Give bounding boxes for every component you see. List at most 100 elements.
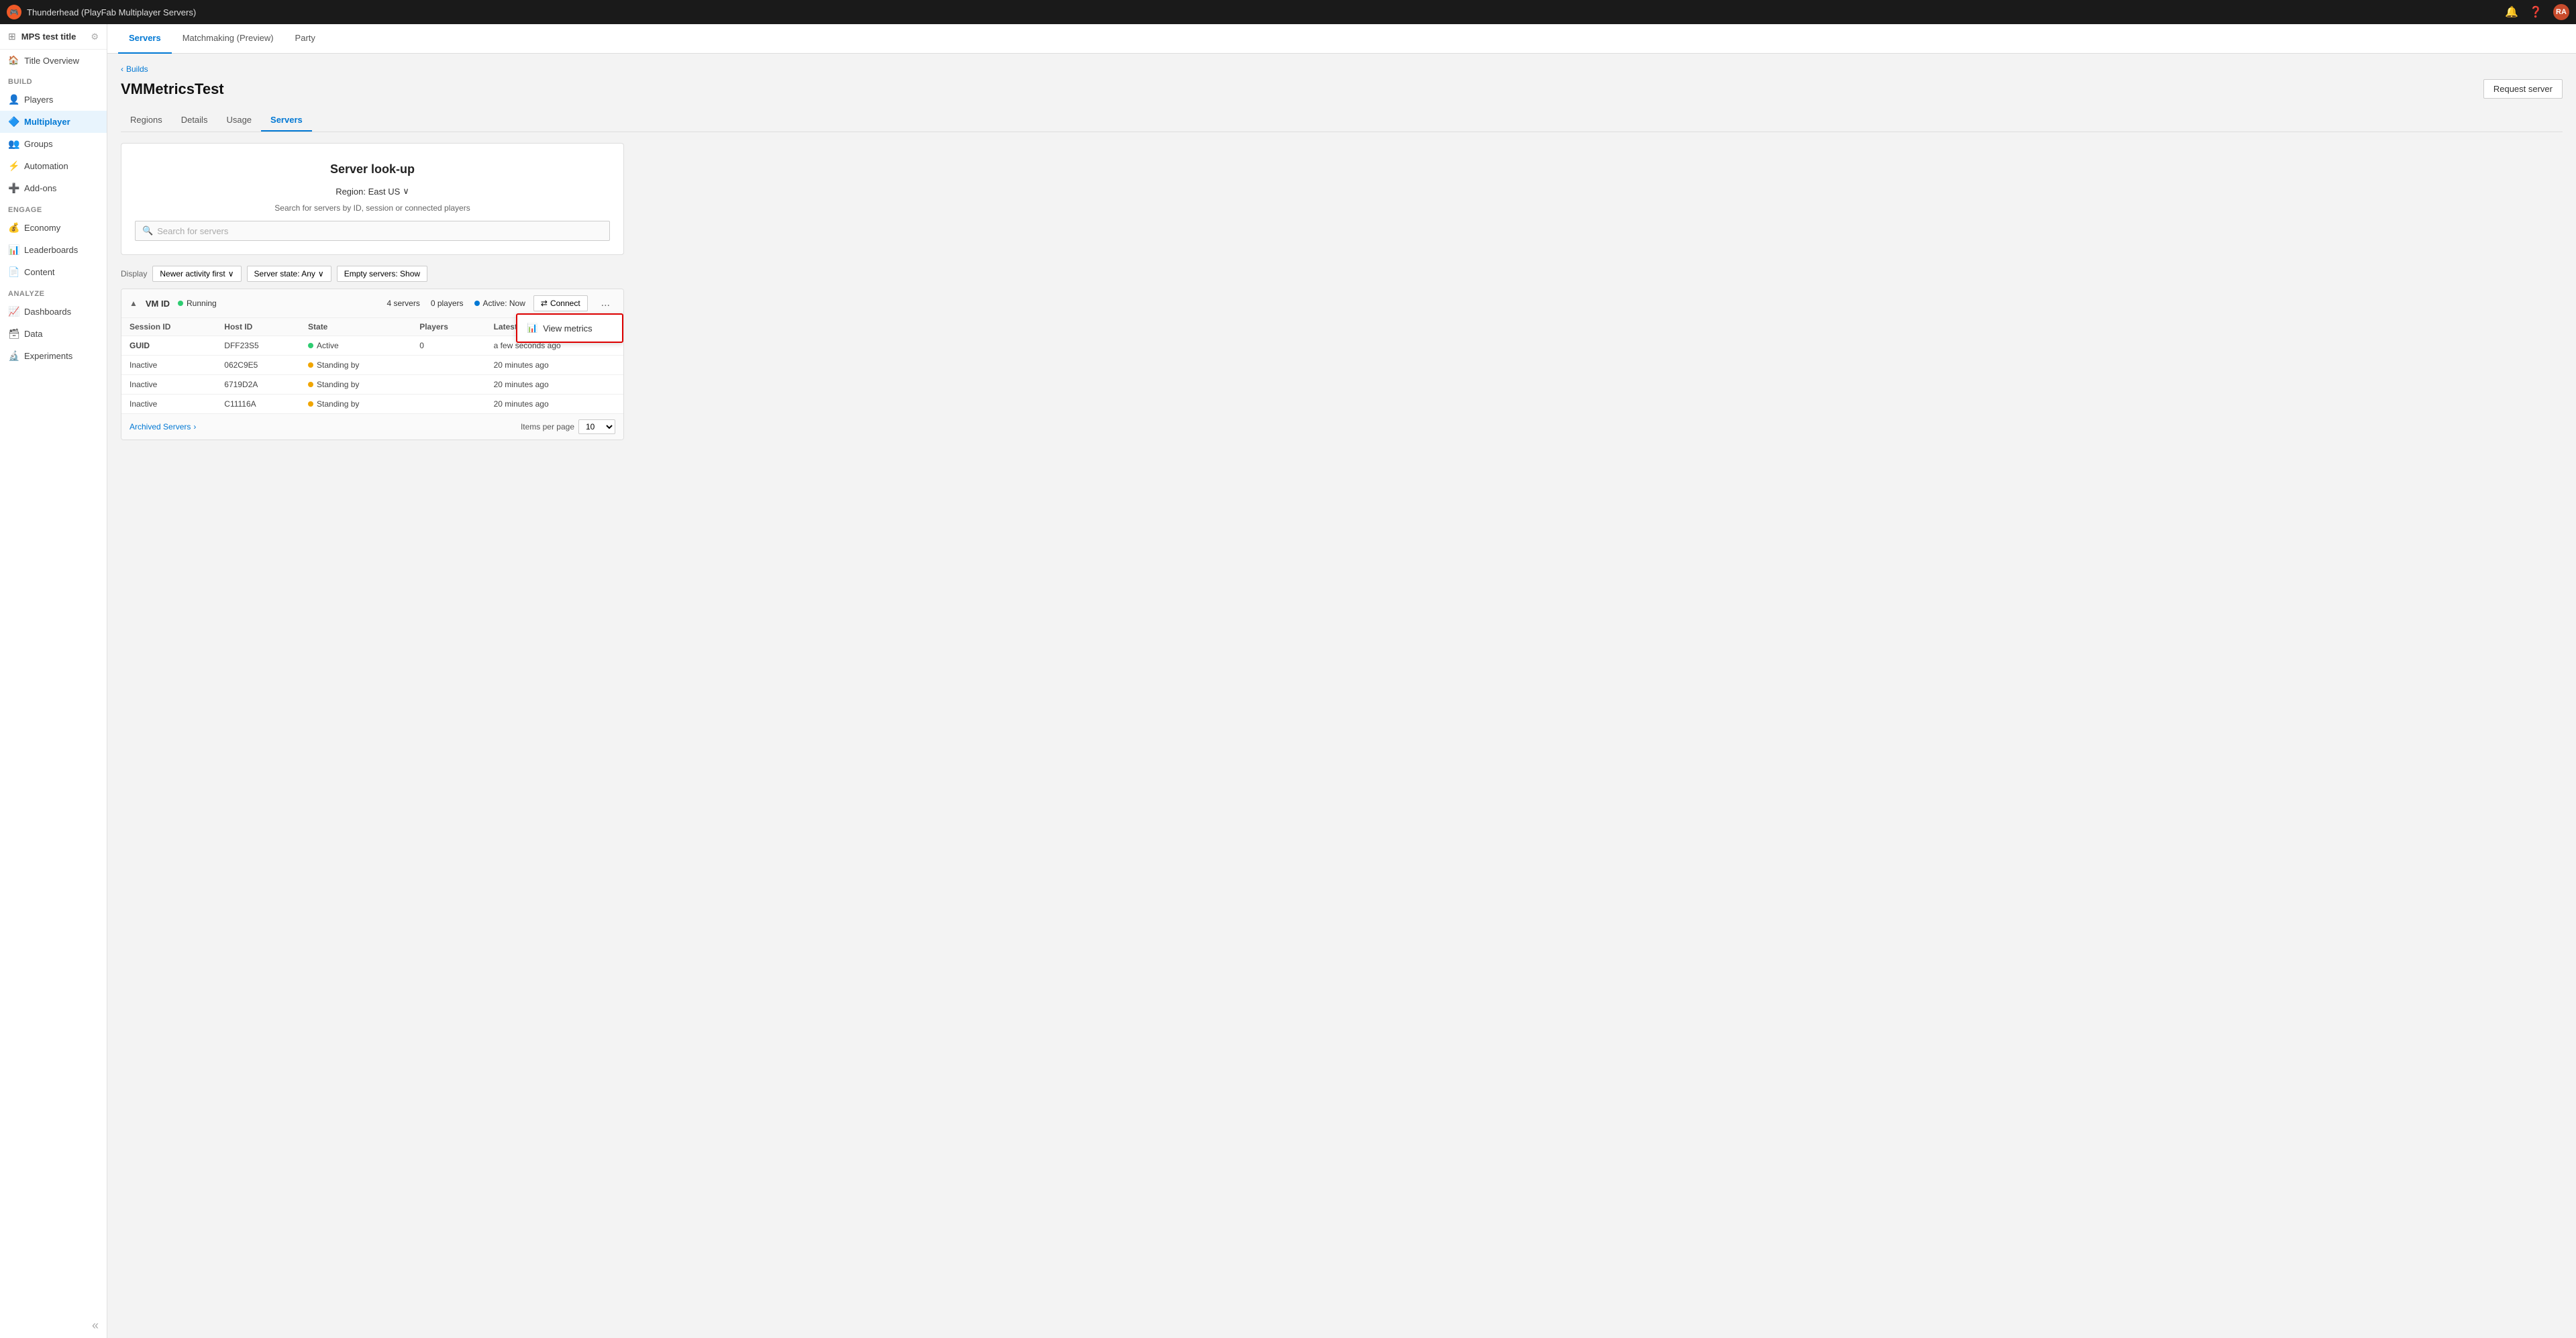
cell-activity: 20 minutes ago [486,395,623,414]
brand-gear-icon[interactable]: ⚙ [91,32,99,42]
search-box: 🔍 [135,221,610,241]
col-players: Players [411,318,485,336]
sidebar-brand: ⊞ MPS test title ⚙ [0,24,107,50]
cell-host-id: C11116A [216,395,300,414]
leaderboards-icon: 📊 [8,244,19,256]
sidebar-item-addons[interactable]: ➕ Add-ons [0,177,107,199]
top-tabs-bar: Servers Matchmaking (Preview) Party [107,24,2576,54]
sidebar-collapse-btn[interactable]: « [0,1313,107,1338]
economy-icon: 💰 [8,222,19,234]
tab-party[interactable]: Party [285,24,326,54]
archived-servers-link[interactable]: Archived Servers › [130,422,196,431]
app-title: Thunderhead (PlayFab Multiplayer Servers… [27,7,196,17]
sub-tab-usage[interactable]: Usage [217,109,261,132]
per-page-dropdown[interactable]: 102050100 [578,419,615,434]
col-state: State [300,318,411,336]
user-avatar[interactable]: RA [2553,4,2569,20]
vm-id-label: VM ID [146,299,170,309]
sub-tab-regions[interactable]: Regions [121,109,172,132]
sidebar-item-label: Multiplayer [24,117,70,127]
view-metrics-label: View metrics [543,323,592,333]
collapse-icon[interactable]: ▲ [130,299,138,308]
multiplayer-icon: 🔷 [8,116,19,127]
display-label: Display [121,269,147,278]
sidebar-item-dashboards[interactable]: 📈 Dashboards [0,301,107,323]
sidebar-item-groups[interactable]: 👥 Groups [0,133,107,155]
apps-icon: ⊞ [8,31,16,42]
region-chevron-icon: ∨ [403,186,409,197]
server-table: ▲ VM ID Running 4 servers 0 players Acti… [121,289,624,440]
cell-host-id: DFF23S5 [216,336,300,356]
cell-activity: 20 minutes ago [486,375,623,395]
help-icon[interactable]: ❓ [2529,5,2542,19]
dashboards-icon: 📈 [8,306,19,317]
server-state-filter-btn[interactable]: Server state: Any ∨ [247,266,331,282]
lookup-title: Server look-up [135,162,610,176]
cell-state: Standing by [300,375,411,395]
display-filter-chevron: ∨ [228,269,234,278]
cell-state: Standing by [300,395,411,414]
cell-session-id: Inactive [121,356,216,375]
sidebar-item-multiplayer[interactable]: 🔷 Multiplayer [0,111,107,133]
sidebar-item-label: Automation [24,161,68,171]
server-state-chevron: ∨ [318,269,324,278]
tab-servers[interactable]: Servers [118,24,172,54]
sidebar-item-label: Title Overview [24,56,79,66]
filters-row: Display Newer activity first ∨ Server st… [121,266,2563,282]
view-metrics-icon: 📊 [527,323,537,333]
table-footer: Archived Servers › Items per page 102050… [121,413,623,440]
content-icon: 📄 [8,266,19,278]
request-server-button[interactable]: Request server [2483,79,2563,99]
archived-chevron-icon: › [193,422,196,431]
vm-connect-btn[interactable]: ⇄ Connect [533,295,588,311]
table-row: Inactive 062C9E5 Standing by 20 minutes … [121,356,623,375]
vm-header-row: ▲ VM ID Running 4 servers 0 players Acti… [121,289,623,318]
cell-host-id: 6719D2A [216,375,300,395]
topbar-actions: 🔔 ❓ RA [2505,4,2569,20]
sidebar-item-economy[interactable]: 💰 Economy [0,217,107,239]
col-host-id: Host ID [216,318,300,336]
sidebar-item-label: Players [24,95,53,105]
cell-session-id: Inactive [121,375,216,395]
vm-status: Running [178,299,217,308]
vm-active-dot [474,301,480,306]
vm-stats: 4 servers 0 players Active: Now [387,299,525,308]
col-session-id: Session ID [121,318,216,336]
title-overview-icon: 🏠 [8,55,19,66]
cell-session-id: GUID [121,336,216,356]
vm-status-text: Running [187,299,217,308]
items-per-page-label: Items per page [521,422,574,431]
sidebar-item-experiments[interactable]: 🔬 Experiments [0,345,107,367]
vm-status-dot [178,301,183,306]
cell-host-id: 062C9E5 [216,356,300,375]
search-input[interactable] [157,226,603,236]
display-filter-btn[interactable]: Newer activity first ∨ [152,266,241,282]
cell-state: Standing by [300,356,411,375]
brand-name: MPS test title [21,32,76,42]
addons-icon: ➕ [8,183,19,194]
connect-icon: ⇄ [541,299,548,308]
sidebar-item-leaderboards[interactable]: 📊 Leaderboards [0,239,107,261]
context-menu: 📊 View metrics [516,313,623,343]
sidebar-item-content[interactable]: 📄 Content [0,261,107,283]
app-logo: 🎮 [7,5,21,19]
tab-matchmaking[interactable]: Matchmaking (Preview) [172,24,285,54]
cell-players [411,395,485,414]
sub-tab-details[interactable]: Details [172,109,217,132]
display-filter-value: Newer activity first [160,269,225,278]
sub-tab-servers[interactable]: Servers [261,109,312,132]
empty-servers-filter-btn[interactable]: Empty servers: Show [337,266,427,282]
sidebar-item-title-overview[interactable]: 🏠 Title Overview [0,50,107,71]
context-menu-view-metrics[interactable]: 📊 View metrics [517,317,622,339]
servers-count: 4 servers [387,299,419,308]
vm-more-btn[interactable]: ... [596,295,615,312]
sidebar-item-data[interactable]: 🗃 Data [0,323,107,345]
players-icon: 👤 [8,94,19,105]
sidebar-item-players[interactable]: 👤 Players [0,89,107,111]
lookup-description: Search for servers by ID, session or con… [135,203,610,213]
automation-icon: ⚡ [8,160,19,172]
notification-icon[interactable]: 🔔 [2505,5,2518,19]
breadcrumb[interactable]: ‹ Builds [121,64,2563,74]
sidebar-item-automation[interactable]: ⚡ Automation [0,155,107,177]
region-selector[interactable]: Region: East US ∨ [336,186,409,197]
